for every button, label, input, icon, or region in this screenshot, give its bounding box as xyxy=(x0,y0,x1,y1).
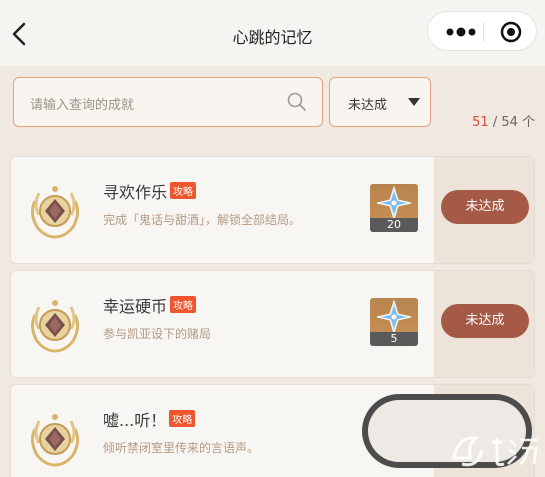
achievement-desc: 参与凯亚设下的赌局 xyxy=(103,327,212,341)
guide-tag[interactable]: 攻略 xyxy=(170,182,197,199)
achievement-title: 幸运硬币 xyxy=(103,297,168,316)
achievement-name: 嘘...听！ 攻略 xyxy=(103,407,196,431)
achievement-title: 嘘...听！ xyxy=(103,411,167,430)
capsule-divider xyxy=(483,22,484,42)
primogem-icon xyxy=(376,300,412,334)
achievement-title: 寻欢作乐 xyxy=(103,183,168,202)
status-button[interactable]: 未达成 xyxy=(441,304,529,338)
miniprogram-capsule xyxy=(427,11,537,51)
reward-item: 5 xyxy=(370,298,418,346)
achievement-emblem-icon xyxy=(30,186,80,239)
target-icon[interactable] xyxy=(500,21,522,43)
status-filter-value: 未达成 xyxy=(348,98,388,113)
more-dots-icon[interactable] xyxy=(446,27,476,37)
status-button[interactable]: 未达成 xyxy=(441,190,529,224)
achievement-name: 幸运硬币 攻略 xyxy=(103,293,197,317)
reward-quantity: 5 xyxy=(370,332,418,346)
count-total: / 54 个 xyxy=(492,115,535,130)
guide-tag[interactable]: 攻略 xyxy=(169,410,196,427)
achievement-desc: 倾听禁闭室里传来的言语声。 xyxy=(103,441,260,455)
achievement-card[interactable]: 幸运硬币 攻略 参与凯亚设下的赌局 5 未达成 xyxy=(10,270,535,378)
site-watermark-logo xyxy=(452,436,538,467)
reward-item: 20 xyxy=(370,184,418,232)
primogem-icon xyxy=(376,186,412,220)
count-current: 51 xyxy=(472,115,489,130)
search-input[interactable]: 请输入查询的成就 xyxy=(13,77,323,127)
achievement-card[interactable]: 寻欢作乐 攻略 完成「鬼话与甜酒」，解锁全部结局。 20 未达成 xyxy=(10,156,535,264)
achievement-name: 寻欢作乐 攻略 xyxy=(103,179,197,203)
achievement-count: 51 / 54 个 xyxy=(472,111,535,130)
achievement-desc: 完成「鬼话与甜酒」，解锁全部结局。 xyxy=(103,213,302,227)
search-placeholder: 请输入查询的成就 xyxy=(30,98,135,113)
status-filter-select[interactable]: 未达成 xyxy=(329,77,431,127)
guide-tag[interactable]: 攻略 xyxy=(170,296,197,313)
top-bar: 心跳的记忆 xyxy=(0,0,545,66)
achievement-emblem-icon xyxy=(30,300,80,353)
achievement-emblem-icon xyxy=(30,414,80,467)
reward-quantity: 20 xyxy=(370,218,418,232)
search-icon[interactable] xyxy=(286,91,308,113)
caret-down-icon xyxy=(408,98,420,106)
